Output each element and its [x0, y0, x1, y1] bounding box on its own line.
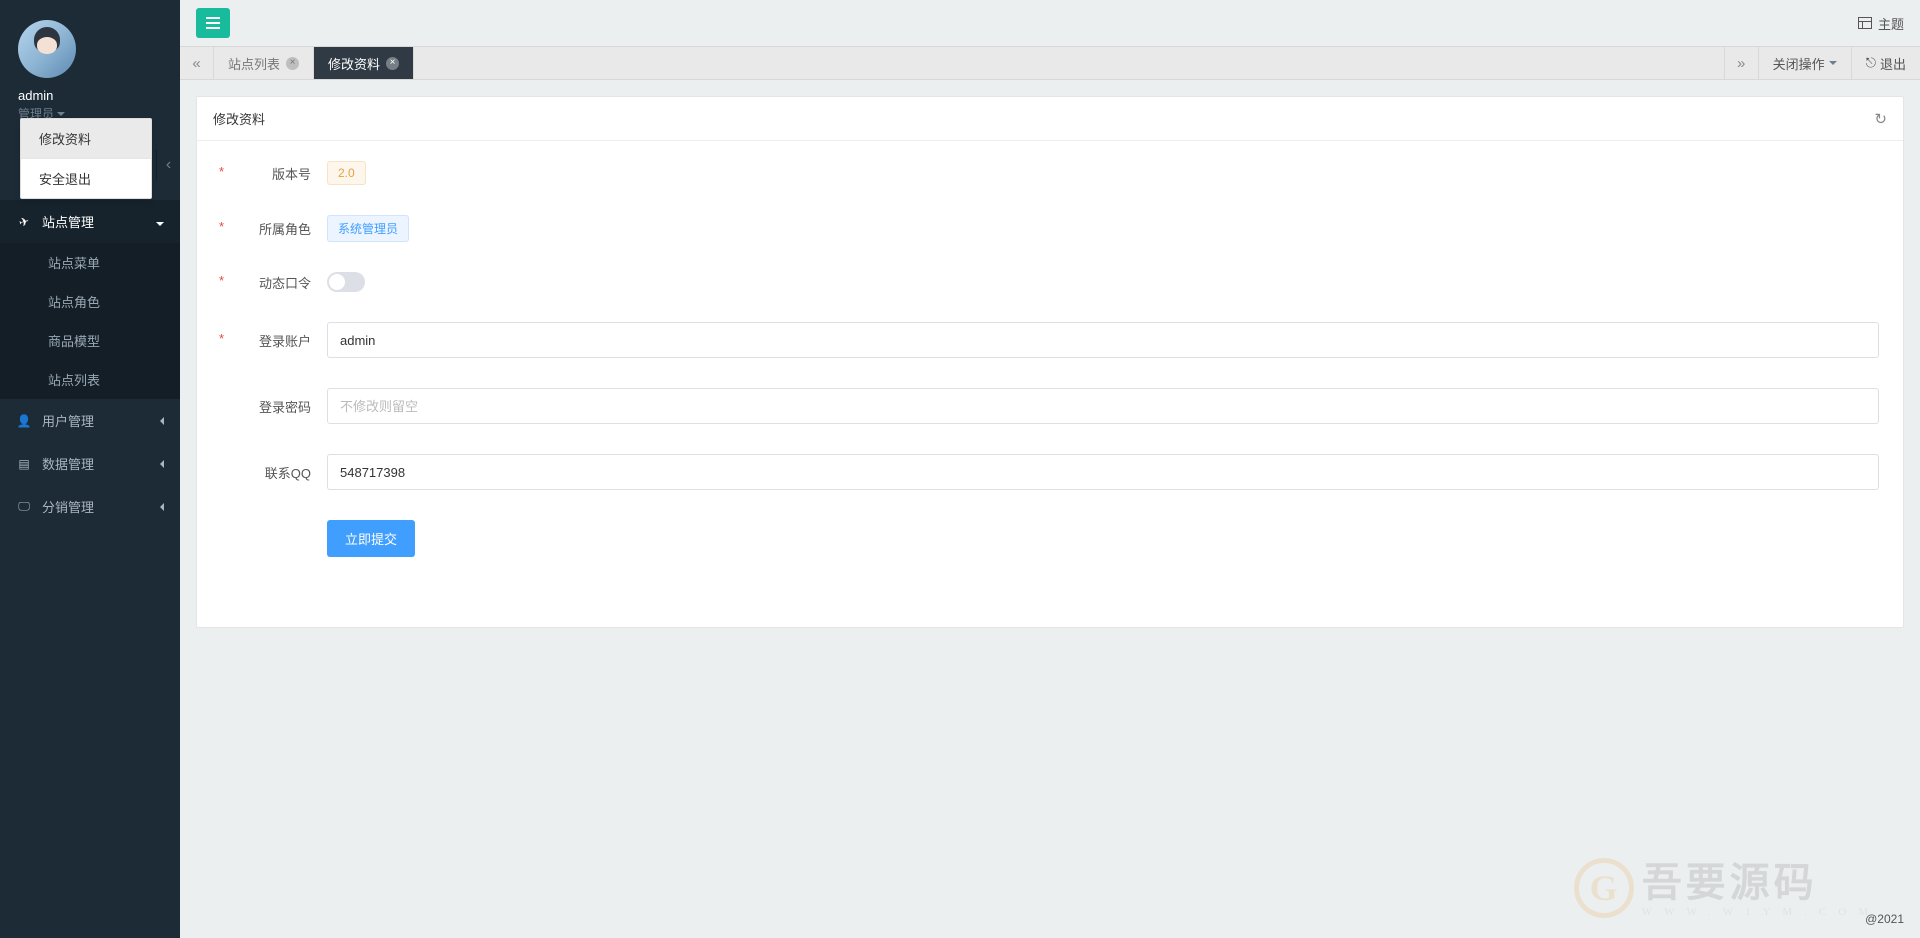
tab-tools: 关闭操作 退出 — [1758, 47, 1920, 79]
tabbar: 站点列表 × 修改资料 × 关闭操作 退出 — [180, 46, 1920, 80]
user-dropdown-edit-profile[interactable]: 修改资料 — [21, 119, 151, 158]
username: admin — [18, 88, 162, 103]
sidebar-collapse-button[interactable] — [156, 150, 180, 180]
close-icon[interactable]: × — [286, 57, 299, 70]
form-row-account: 登录账户 — [221, 322, 1879, 358]
tabs-scroll-right[interactable] — [1724, 47, 1758, 79]
tab-label: 站点列表 — [228, 54, 280, 73]
form-row-qq: 联系QQ — [221, 454, 1879, 490]
label-qq: 联系QQ — [221, 463, 311, 482]
tabs-scroll-left[interactable] — [180, 47, 214, 79]
theme-label: 主题 — [1878, 14, 1904, 33]
topbar: 主题 — [180, 0, 1920, 46]
label-password: 登录密码 — [221, 397, 311, 416]
panel-body: 版本号 2.0 所属角色 系统管理员 动态口令 登录账户 — [197, 141, 1903, 627]
chevron-down-icon — [156, 214, 164, 229]
panel-edit-profile: 修改资料 版本号 2.0 所属角色 系统管理员 动态口令 — [196, 96, 1904, 628]
footer-year: @2021 — [1865, 912, 1904, 926]
logout-icon — [1866, 55, 1876, 71]
sidebar-item-site-mgmt[interactable]: 站点管理 — [0, 200, 180, 243]
user-icon — [16, 414, 32, 428]
panel-header: 修改资料 — [197, 97, 1903, 141]
sidebar-item-data-mgmt[interactable]: 数据管理 — [0, 442, 180, 485]
sidebar-sub-site-menu[interactable]: 站点菜单 — [0, 243, 180, 282]
version-badge: 2.0 — [327, 161, 366, 185]
chevron-left-icon — [160, 456, 164, 471]
chevron-left-icon — [166, 156, 171, 174]
otp-switch[interactable] — [327, 272, 365, 292]
tab-site-list[interactable]: 站点列表 × — [214, 47, 314, 79]
avatar[interactable] — [18, 20, 76, 78]
sidebar-sub-site-role[interactable]: 站点角色 — [0, 282, 180, 321]
sidebar-nav: 站点管理 站点菜单 站点角色 商品模型 站点列表 用户管理 数据管理 — [0, 200, 180, 528]
sidebar-item-label: 用户管理 — [42, 411, 94, 430]
profile-block: admin 管理员 — [0, 0, 180, 130]
caret-down-icon — [1829, 61, 1837, 65]
logout-label: 退出 — [1880, 54, 1906, 73]
sidebar-item-user-mgmt[interactable]: 用户管理 — [0, 399, 180, 442]
form-row-version: 版本号 2.0 — [221, 161, 1879, 185]
tabs-close-ops[interactable]: 关闭操作 — [1758, 47, 1851, 79]
sidebar-item-label: 站点管理 — [42, 212, 94, 231]
qq-input[interactable] — [327, 454, 1879, 490]
form-row-password: 登录密码 — [221, 388, 1879, 424]
caret-down-icon — [57, 112, 65, 116]
close-ops-label: 关闭操作 — [1773, 54, 1825, 73]
sidebar-toggle-button[interactable] — [196, 8, 230, 38]
paper-plane-icon — [16, 215, 32, 229]
label-account: 登录账户 — [221, 331, 311, 350]
account-input[interactable] — [327, 322, 1879, 358]
label-version: 版本号 — [221, 164, 311, 183]
chevron-left-icon — [160, 413, 164, 428]
role-badge: 系统管理员 — [327, 215, 409, 242]
label-otp: 动态口令 — [221, 273, 311, 292]
sidebar-sub-product-model[interactable]: 商品模型 — [0, 321, 180, 360]
monitor-icon — [16, 499, 32, 514]
database-icon — [16, 457, 32, 471]
tab-edit-profile[interactable]: 修改资料 × — [314, 47, 414, 79]
sidebar-subnav-site: 站点菜单 站点角色 商品模型 站点列表 — [0, 243, 180, 399]
user-dropdown: 修改资料 安全退出 — [20, 118, 152, 199]
content: 修改资料 版本号 2.0 所属角色 系统管理员 动态口令 — [180, 80, 1920, 938]
refresh-button[interactable] — [1874, 110, 1887, 128]
layout-icon — [1858, 17, 1872, 29]
theme-switch[interactable]: 主题 — [1858, 14, 1904, 33]
tab-label: 修改资料 — [328, 54, 380, 73]
user-dropdown-logout[interactable]: 安全退出 — [21, 159, 151, 198]
sidebar-item-dist-mgmt[interactable]: 分销管理 — [0, 485, 180, 528]
main: 主题 站点列表 × 修改资料 × 关闭操作 — [180, 0, 1920, 938]
tabs-container: 站点列表 × 修改资料 × — [214, 47, 1724, 79]
chevron-left-icon — [160, 499, 164, 514]
form-row-otp: 动态口令 — [221, 272, 1879, 292]
close-icon[interactable]: × — [386, 57, 399, 70]
password-input[interactable] — [327, 388, 1879, 424]
panel-title: 修改资料 — [213, 109, 265, 128]
form-row-submit: 立即提交 — [221, 520, 1879, 557]
sidebar-item-label: 数据管理 — [42, 454, 94, 473]
sidebar-sub-site-list[interactable]: 站点列表 — [0, 360, 180, 399]
double-chevron-left-icon — [192, 55, 200, 72]
logout-button[interactable]: 退出 — [1851, 47, 1920, 79]
label-role: 所属角色 — [221, 219, 311, 238]
double-chevron-right-icon — [1737, 55, 1745, 72]
sidebar-item-label: 分销管理 — [42, 497, 94, 516]
form-row-role: 所属角色 系统管理员 — [221, 215, 1879, 242]
sidebar: admin 管理员 修改资料 安全退出 站点管理 站点菜单 站点角色 商品模型 … — [0, 0, 180, 938]
submit-button[interactable]: 立即提交 — [327, 520, 415, 557]
